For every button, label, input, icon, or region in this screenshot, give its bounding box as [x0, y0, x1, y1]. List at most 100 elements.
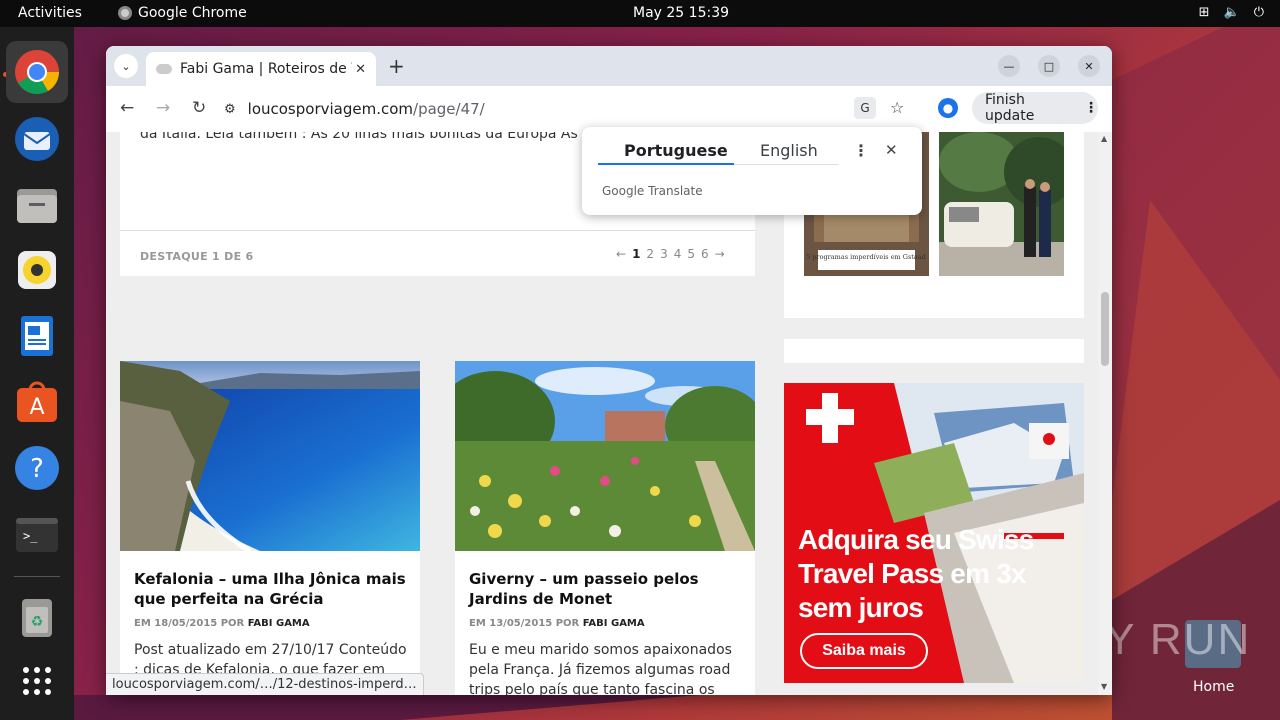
- back-button[interactable]: ←: [120, 98, 134, 118]
- post-author[interactable]: FABI GAMA: [583, 618, 645, 629]
- site-info-icon[interactable]: ⚙: [224, 102, 236, 117]
- dock-trash[interactable]: ♻: [13, 593, 61, 641]
- dock-separator: [14, 576, 60, 577]
- post-author[interactable]: FABI GAMA: [248, 618, 310, 629]
- pager-page-4[interactable]: 4: [674, 247, 682, 261]
- page-scrollbar[interactable]: ▲ ▼: [1098, 132, 1112, 695]
- post-title[interactable]: Kefalonia – uma Ilha Jônica mais que per…: [134, 569, 409, 609]
- sidebar-spacer: [784, 339, 1084, 363]
- home-label[interactable]: Home: [1193, 679, 1234, 695]
- dock-app-grid[interactable]: [13, 657, 61, 705]
- dock-software[interactable]: A: [13, 378, 61, 426]
- translate-lang-english[interactable]: English: [760, 141, 818, 160]
- link-status-bar: loucosporviagem.com/…/12-destinos-imperd…: [106, 673, 424, 695]
- clock[interactable]: May 25 15:39: [633, 5, 729, 21]
- featured-counter: DESTAQUE 1 DE 6: [140, 250, 254, 263]
- translate-close-icon[interactable]: ✕: [885, 141, 898, 159]
- bookmark-star-icon[interactable]: ☆: [890, 98, 904, 117]
- arrow-left-icon: ←: [120, 98, 135, 118]
- new-tab-button[interactable]: +: [388, 54, 405, 78]
- scroll-down-icon[interactable]: ▼: [1101, 682, 1107, 691]
- reload-button[interactable]: ↻: [192, 98, 206, 118]
- post-card-kefalonia: Kefalonia – uma Ilha Jônica mais que per…: [120, 361, 420, 695]
- giverny-garden-image: [455, 361, 755, 551]
- app-name: Google Chrome: [138, 5, 247, 21]
- translate-icon[interactable]: G: [854, 97, 876, 119]
- sidebar-caption: 5 programas imperdíveis em Gstaad: [806, 253, 926, 261]
- post-image-kefalonia[interactable]: [120, 361, 420, 551]
- rolls-royce-image: [939, 132, 1064, 276]
- tab-strip: ⌄ Fabi Gama | Roteiros de V ✕ + — □ ✕: [106, 46, 1112, 86]
- svg-text:?: ?: [30, 454, 44, 484]
- pager-page-6[interactable]: 6: [701, 247, 709, 261]
- dock-chrome[interactable]: [6, 41, 68, 103]
- minimize-icon: —: [1003, 59, 1015, 73]
- finish-update-button[interactable]: Finish update ⋮: [972, 92, 1098, 124]
- close-window-button[interactable]: ✕: [1078, 55, 1100, 77]
- finish-update-label: Finish update: [985, 92, 1035, 124]
- top-bar: Activities Google Chrome May 25 15:39 ⊞ …: [0, 0, 1280, 27]
- post-meta: EM 13/05/2015 POR FABI GAMA: [469, 618, 645, 629]
- post-image-giverny[interactable]: [455, 361, 755, 551]
- google-translate-brand: Google Translate: [602, 184, 703, 198]
- tab-close-icon[interactable]: ✕: [355, 62, 366, 77]
- translate-popup: Portuguese English ⋮ ✕ Google Translate: [582, 127, 922, 215]
- pager-page-3[interactable]: 3: [660, 247, 668, 261]
- dock-rhythmbox[interactable]: [13, 246, 61, 294]
- minimize-button[interactable]: —: [998, 55, 1020, 77]
- post-date: EM 18/05/2015 POR: [134, 618, 245, 629]
- pager-page-2[interactable]: 2: [646, 247, 654, 261]
- ad-headline: Adquira seu Swiss Travel Pass em 3x sem …: [798, 524, 1034, 623]
- svg-text:>_: >_: [23, 529, 38, 543]
- help-icon: ?: [15, 446, 59, 490]
- profile-avatar-icon[interactable]: ●: [938, 98, 958, 118]
- svg-text:A: A: [29, 395, 44, 420]
- thunderbird-icon: [15, 117, 59, 161]
- cloud-favicon-icon: [156, 64, 172, 74]
- post-meta: EM 18/05/2015 POR FABI GAMA: [134, 618, 310, 629]
- chevron-down-icon: ⌄: [121, 59, 131, 73]
- ad-cta-button[interactable]: Saiba mais: [800, 633, 928, 669]
- maximize-button[interactable]: □: [1038, 55, 1060, 77]
- power-icon: ⏻: [1253, 5, 1264, 20]
- pager-page-1[interactable]: 1: [632, 247, 640, 261]
- tab-active[interactable]: Fabi Gama | Roteiros de V ✕: [146, 52, 376, 86]
- menu-dots-icon: ⋮: [1084, 100, 1098, 116]
- maximize-icon: □: [1043, 59, 1055, 73]
- forward-button[interactable]: →: [156, 98, 170, 118]
- scroll-up-icon[interactable]: ▲: [1101, 134, 1107, 143]
- address-bar[interactable]: ⚙ loucosporviagem.com/page/47/: [224, 93, 964, 125]
- network-icon: ⊞: [1198, 5, 1210, 20]
- tab-search-button[interactable]: ⌄: [114, 54, 138, 78]
- post-card-giverny: Giverny – um passeio pelos Jardins de Mo…: [455, 361, 755, 695]
- dock-files[interactable]: [13, 181, 61, 229]
- system-tray[interactable]: ⊞ 🔈 ⏻: [1199, 5, 1264, 20]
- pager-prev[interactable]: ←: [616, 247, 626, 261]
- app-menu[interactable]: Google Chrome: [118, 5, 247, 21]
- translate-options-icon[interactable]: ⋮: [853, 141, 869, 160]
- dock-writer[interactable]: [13, 312, 61, 360]
- volume-icon: 🔈: [1223, 5, 1240, 20]
- rhythmbox-icon: [18, 251, 56, 289]
- reload-icon: ↻: [192, 98, 207, 118]
- dock-thunderbird[interactable]: [13, 115, 61, 163]
- arrow-right-icon: →: [156, 98, 171, 118]
- swiss-travel-pass-ad[interactable]: Adquira seu Swiss Travel Pass em 3x sem …: [784, 383, 1084, 683]
- pager-next[interactable]: →: [715, 247, 725, 261]
- svg-text:♻: ♻: [31, 614, 44, 630]
- kefalonia-beach-image: [120, 361, 420, 551]
- page-content: da Itália. Leia também : As 20 ilhas mai…: [106, 132, 1098, 695]
- translate-lang-portuguese[interactable]: Portuguese: [624, 141, 728, 160]
- dock: A ? >_ ♻: [0, 27, 74, 720]
- post-title[interactable]: Giverny – um passeio pelos Jardins de Mo…: [469, 569, 744, 609]
- pager-page-5[interactable]: 5: [687, 247, 695, 261]
- toolbar: ← → ↻ ⚙ loucosporviagem.com/page/47/ G ☆…: [106, 86, 1112, 132]
- sidebar-image-rolls[interactable]: [939, 132, 1064, 276]
- scrollbar-thumb[interactable]: [1101, 292, 1109, 366]
- dock-terminal[interactable]: >_: [13, 510, 61, 558]
- divider: [120, 230, 755, 231]
- chrome-small-icon: [118, 6, 132, 20]
- post-date: EM 13/05/2015 POR: [469, 618, 580, 629]
- activities-button[interactable]: Activities: [18, 5, 82, 21]
- dock-help[interactable]: ?: [13, 444, 61, 492]
